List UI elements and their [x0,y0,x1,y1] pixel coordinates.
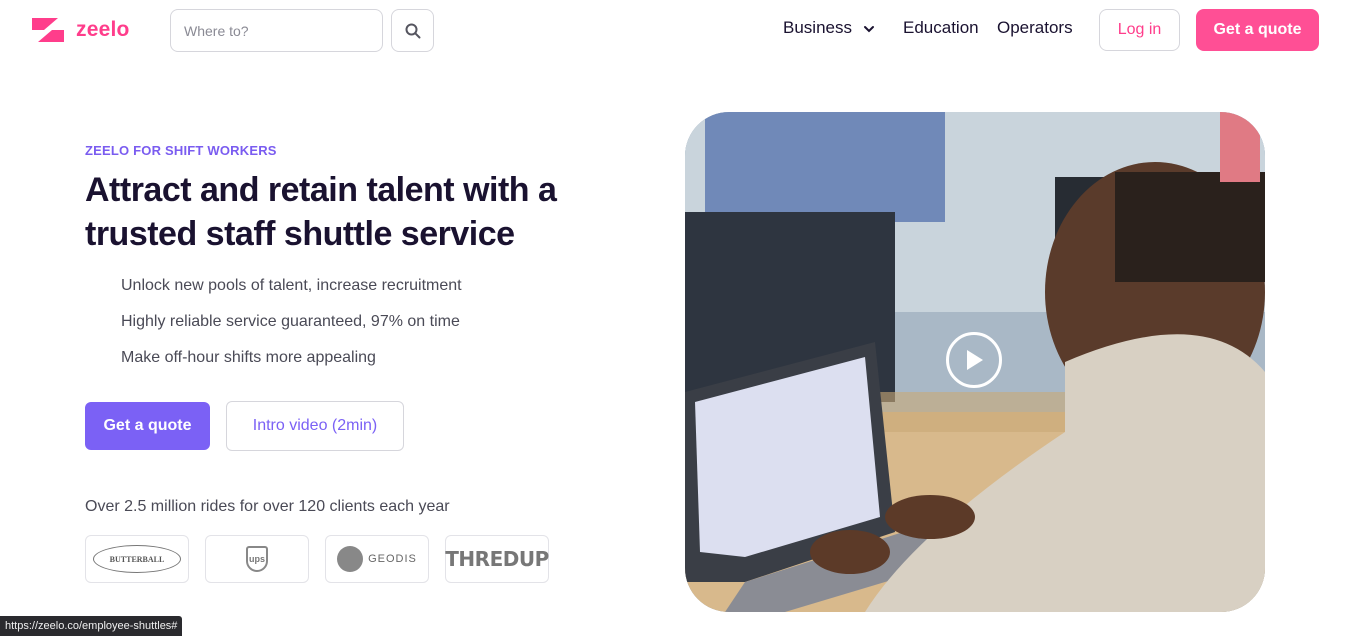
search-button[interactable] [391,9,434,52]
login-button[interactable]: Log in [1099,9,1180,51]
butterball-logo: BUTTERBALL [93,545,181,573]
nav-business-label: Business [783,18,852,37]
nav-operators-label: Operators [997,18,1073,37]
zeelo-logo-icon [32,18,64,42]
hero-bullet: Highly reliable service guaranteed, 97% … [121,313,460,330]
nav-education-label: Education [903,18,979,37]
logo-wordmark: zeelo [76,18,130,41]
site-header: zeelo Business Education Operators Log i… [0,0,1348,60]
chevron-down-icon [863,26,874,33]
thredup-logo: THREDUP [445,547,549,571]
client-logo-ups: ups [205,535,309,583]
status-bar-url: https://zeelo.co/employee-shuttles# [0,616,183,636]
geodis-mark-icon [337,546,364,572]
search-icon [405,23,420,38]
hero-bullet: Unlock new pools of talent, increase rec… [121,277,462,294]
intro-video-button[interactable]: Intro video (2min) [226,401,404,451]
geodis-wordmark: GEODIS [368,553,417,565]
hero-bullet: Make off-hour shifts more appealing [121,349,376,366]
nav-operators[interactable]: Operators [997,18,1073,38]
nav-business[interactable]: Business [783,18,876,38]
rides-stat: Over 2.5 million rides for over 120 clie… [85,498,450,515]
hero-video[interactable] [685,112,1265,612]
header-get-quote-button[interactable]: Get a quote [1196,9,1319,51]
hero-eyebrow: ZEELO FOR SHIFT WORKERS [85,143,277,158]
hero-headline: Attract and retain talent with a trusted… [85,171,557,253]
hero-get-quote-button[interactable]: Get a quote [85,402,210,450]
search-input[interactable] [170,9,383,52]
client-logo-thredup: THREDUP [445,535,549,583]
play-icon [967,350,983,370]
geodis-logo: GEODIS [337,546,417,572]
video-play-button[interactable] [946,332,1002,388]
client-logo-butterball: BUTTERBALL [85,535,189,583]
hero-bullet-list: Unlock new pools of talent, increase rec… [121,275,462,383]
client-logos: BUTTERBALL ups GEODIS THREDUP [85,535,549,583]
nav-education[interactable]: Education [903,18,979,38]
ups-logo: ups [246,546,268,572]
zeelo-logo[interactable]: zeelo [30,16,130,44]
client-logo-geodis: GEODIS [325,535,429,583]
